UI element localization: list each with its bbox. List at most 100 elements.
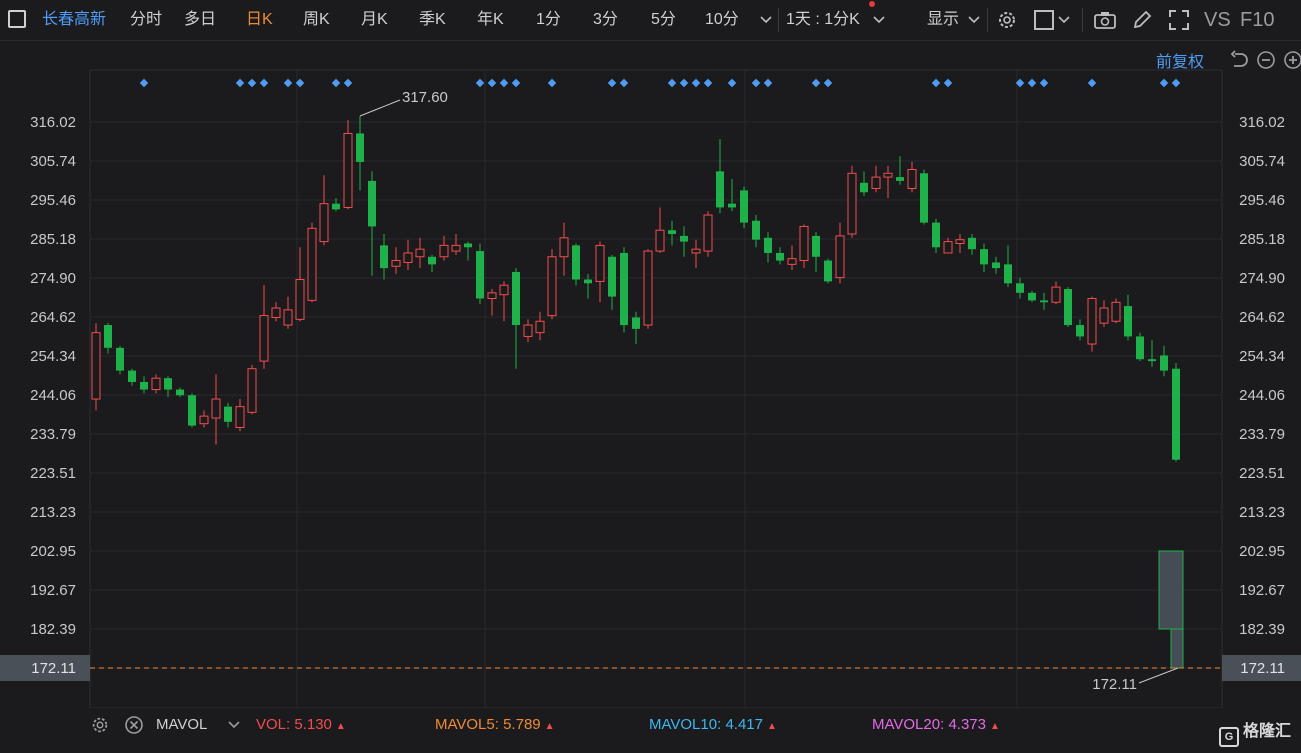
y-tick-label: 285.18 [1239,231,1285,248]
layout-icon[interactable] [8,10,26,28]
gear-icon[interactable] [996,9,1018,31]
candle [368,171,376,276]
candle [968,234,976,255]
candle [319,175,329,246]
candle-body [1051,286,1061,303]
fullscreen-icon[interactable] [1168,9,1190,31]
tab-week-k[interactable]: 周K [303,0,330,40]
candle-body [703,214,713,252]
close-icon[interactable] [124,715,144,735]
vs-button[interactable]: VS [1204,0,1231,40]
candle-body [896,177,904,181]
event-marker-icon [751,78,761,88]
gear-icon[interactable] [90,715,110,735]
tab-season-k[interactable]: 季K [419,0,446,40]
candle-body [128,370,136,382]
y-tick-label: 223.51 [1239,465,1285,482]
candle-body [188,395,196,426]
y-tick-label: 202.95 [1239,543,1285,560]
y-tick-label: 305.74 [30,153,76,170]
mavol20-value: 4.373 [948,716,986,733]
tab-1min[interactable]: 1分 [536,0,561,40]
candle-body [668,230,676,234]
candle [824,258,832,284]
candle-body [451,244,461,252]
tab-fenshi[interactable]: 分时 [130,0,162,40]
candle-body [680,235,688,242]
up-arrow-icon: ▲ [544,721,555,732]
kline-chart[interactable]: 316.02 305.74 295.46 285.18 274.90 264.62 254.… [0,40,1301,708]
candle-body [523,324,533,337]
indicator-name[interactable]: MAVOL [156,716,207,733]
candle [835,222,845,284]
candle-body [487,292,497,299]
y-tick-label: 202.95 [30,543,76,560]
interval-select[interactable]: 1天 : 1分K [786,0,860,40]
chevron-down-icon[interactable] [1058,15,1070,25]
chevron-down-icon[interactable] [873,15,885,25]
candle [955,234,965,253]
candle [176,387,184,398]
candle [1160,345,1168,377]
f10-button[interactable]: F10 [1240,0,1274,40]
brand-logo: G 格隆汇 [1218,717,1291,747]
candle [847,165,857,238]
mavol20-readout: MAVOL20: 4.373 ▲ [872,716,1000,733]
mavol20-label: MAVOL20: [872,716,945,733]
vol-readout: VOL: 5.130 ▲ [256,716,346,733]
candle [151,374,161,394]
candle [1087,296,1097,352]
candle [716,139,724,214]
candle [476,243,484,305]
tab-3min[interactable]: 3分 [593,0,618,40]
event-markers[interactable] [139,78,1181,88]
candle-body [1148,359,1156,362]
pencil-icon[interactable] [1131,9,1153,31]
up-arrow-icon: ▲ [989,721,1000,732]
candle-body [1160,355,1168,371]
candle-body [1136,336,1144,360]
candle-body [116,347,124,371]
display-menu[interactable]: 显示 [927,0,959,40]
candle-body [91,332,101,400]
candle-body [1087,297,1097,345]
tab-month-k[interactable]: 月K [361,0,388,40]
camera-icon[interactable] [1093,10,1117,30]
candle-body [512,271,520,326]
candle [860,171,868,197]
candle [199,410,209,428]
candle [128,368,136,386]
candle-body [380,245,388,269]
candle [1040,292,1048,310]
candle-body [608,256,616,297]
candle-body [968,237,976,250]
chevron-down-icon[interactable] [968,15,980,25]
tab-5min[interactable]: 5分 [651,0,676,40]
tab-10min[interactable]: 10分 [705,0,739,40]
stock-name[interactable]: 长春高新 [42,0,106,40]
candle [920,169,928,225]
event-marker-icon [1171,78,1181,88]
candle [235,399,245,432]
event-marker-icon [691,78,701,88]
y-tick-label: 316.02 [1239,114,1285,131]
candle [224,402,232,428]
event-marker-icon [259,78,269,88]
candle [932,218,940,253]
candle-body [559,237,569,258]
max-price-label: 317.60 [402,89,448,106]
square-icon[interactable] [1034,10,1054,30]
candle [871,165,881,193]
chevron-down-icon[interactable] [760,15,772,25]
event-marker-icon [547,78,557,88]
mavol10-readout: MAVOL10: 4.417 ▲ [649,716,777,733]
y-tick-label: 233.79 [1239,426,1285,443]
tab-day-k[interactable]: 日K [246,0,273,40]
tab-duori[interactable]: 多日 [184,0,216,40]
tab-year-k[interactable]: 年K [477,0,504,40]
chevron-down-icon[interactable] [228,720,240,730]
event-marker-icon [931,78,941,88]
candle [380,234,388,280]
candle-body [955,239,965,244]
candle [728,178,736,212]
